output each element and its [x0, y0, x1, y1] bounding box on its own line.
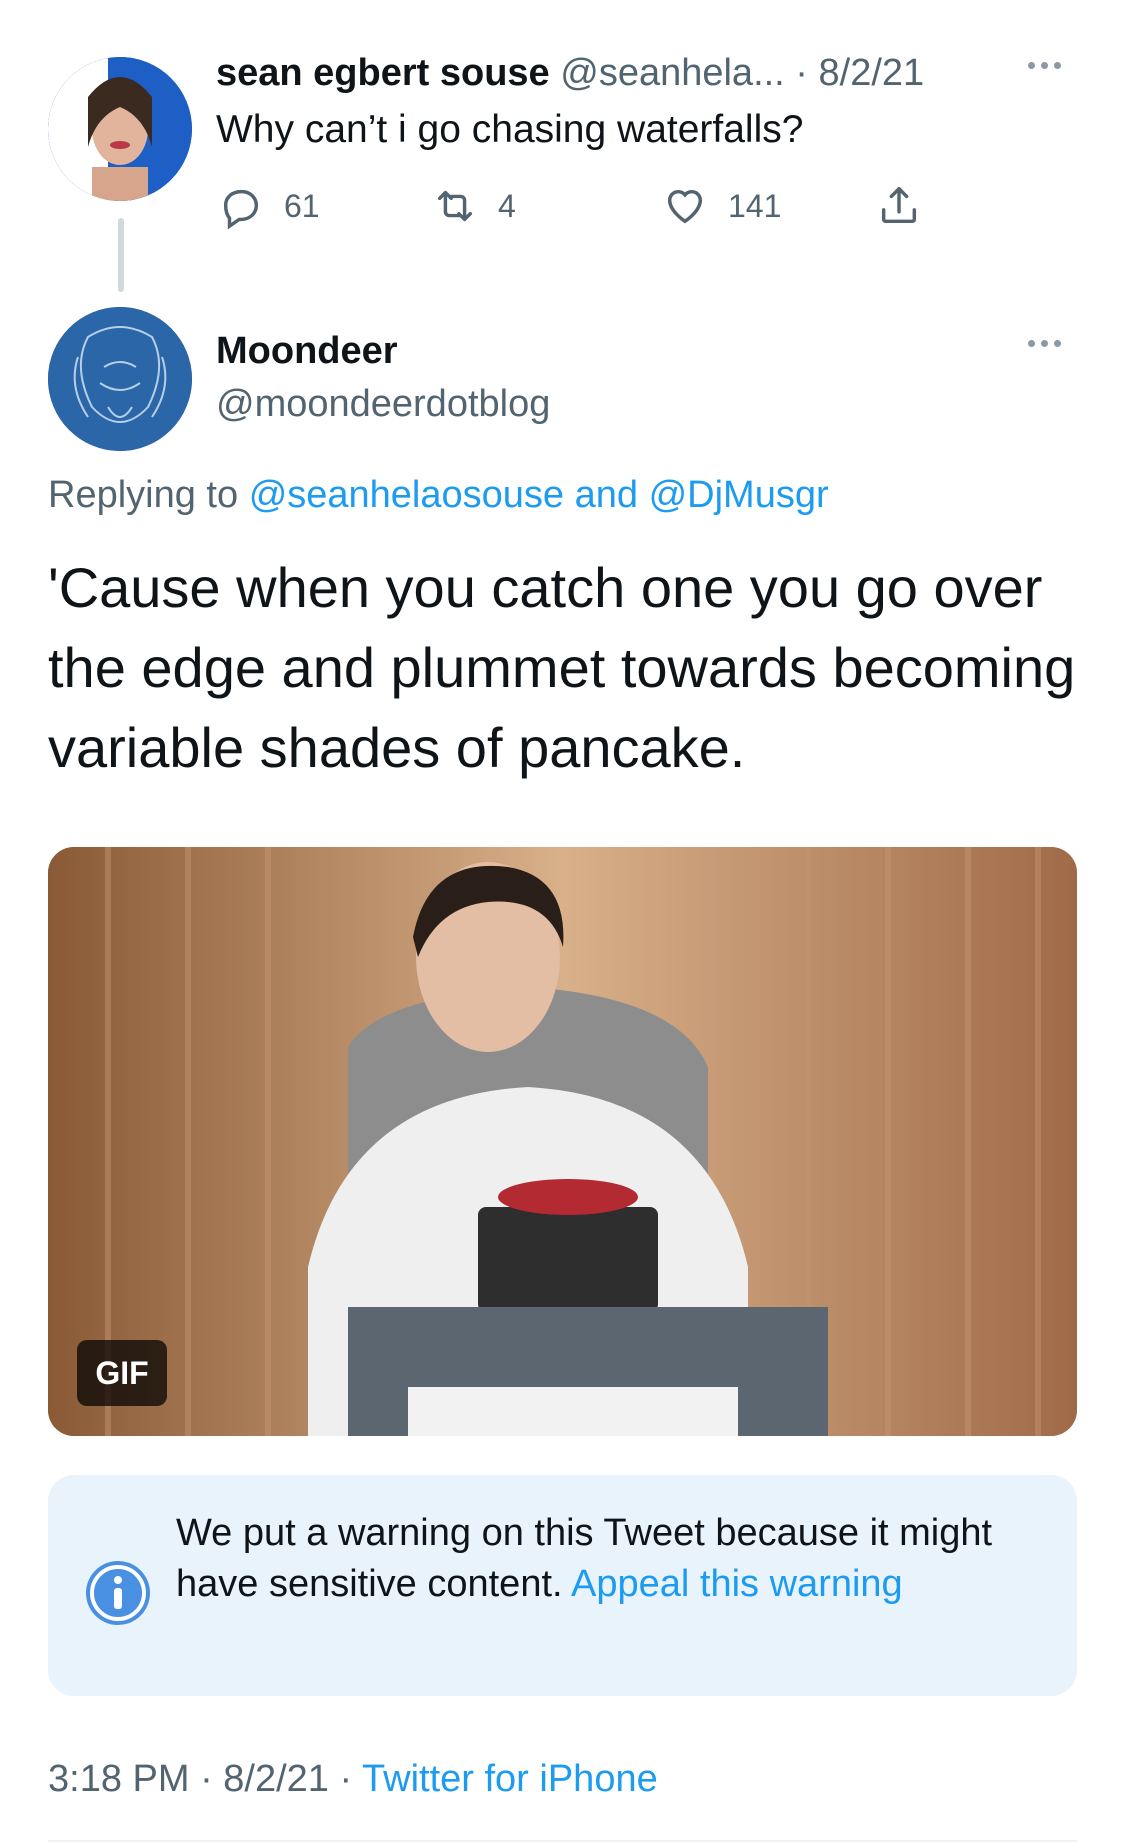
retweet-button[interactable]: 4 [432, 183, 516, 229]
reply-author-name[interactable]: Moondeer [216, 330, 398, 373]
reply-author-handle[interactable]: @moondeerdotblog [216, 383, 550, 426]
replying-to: Replying to @seanhelaosouse and @DjMusgr [48, 474, 829, 517]
parent-handle-date: @seanhela... · 8/2/21 [560, 52, 925, 94]
avatar-parent[interactable] [48, 57, 192, 201]
share-icon [881, 187, 917, 224]
tweet-time-date[interactable]: 3:18 PM · 8/2/21 · [48, 1758, 352, 1800]
retweet-count: 4 [498, 187, 516, 224]
divider [48, 1840, 1077, 1842]
mention-link-1[interactable]: @seanhelaosouse [249, 474, 564, 516]
reply-tweet-text: 'Cause when you catch one you go over th… [48, 556, 1076, 779]
replying-prefix: Replying to [48, 474, 239, 516]
appeal-warning-link[interactable]: Appeal this warning [571, 1563, 903, 1605]
tweet-meta: 3:18 PM · 8/2/21 · Twitter for iPhone [48, 1758, 658, 1801]
mention-link-2[interactable]: @DjMusgr [649, 474, 829, 516]
parent-more-icon[interactable] [1028, 62, 1061, 69]
reply-more-icon[interactable] [1028, 340, 1061, 347]
share-button[interactable] [876, 183, 922, 229]
gif-badge: GIF [77, 1340, 167, 1406]
avatar-reply[interactable] [48, 307, 192, 451]
like-icon [667, 189, 703, 224]
thread-connector [118, 218, 124, 292]
gif-media[interactable] [48, 847, 1077, 1436]
like-count: 141 [728, 187, 782, 224]
parent-author-name[interactable]: sean egbert souse [216, 52, 550, 94]
reply-icon [223, 189, 259, 229]
reply-count: 61 [284, 187, 320, 224]
retweet-icon [437, 190, 473, 222]
tweet-source[interactable]: Twitter for iPhone [362, 1758, 658, 1800]
parent-author[interactable]: sean egbert souse @seanhela... · 8/2/21 [216, 52, 924, 95]
warning-message: We put a warning on this Tweet because i… [176, 1508, 1036, 1610]
replying-and[interactable]: and [575, 474, 638, 516]
like-button[interactable]: 141 [662, 183, 781, 229]
parent-tweet-text: Why can’t i go chasing waterfalls? [216, 108, 804, 151]
info-icon [84, 1559, 152, 1627]
reply-button[interactable]: 61 [218, 183, 320, 229]
